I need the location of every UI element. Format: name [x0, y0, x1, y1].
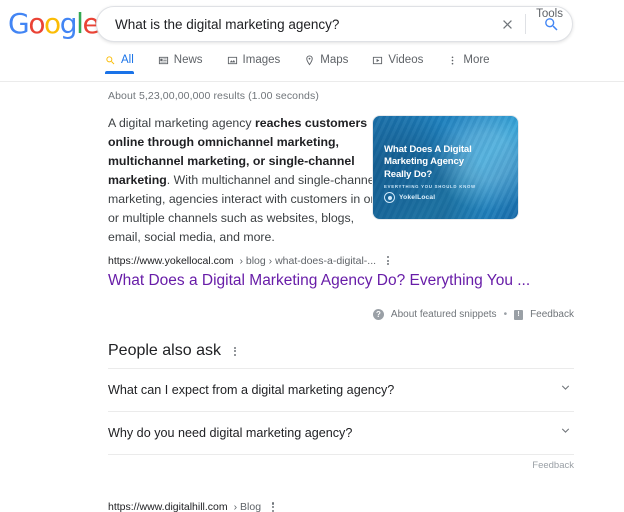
video-icon: [372, 55, 383, 66]
more-vertical-icon[interactable]: [229, 344, 241, 359]
search-header: Google All News Images: [0, 0, 624, 82]
chevron-down-icon[interactable]: [559, 381, 572, 399]
paa-feedback-link[interactable]: Feedback: [532, 460, 574, 471]
featured-snippet-footer: ? About featured snippets • Feedback: [108, 309, 574, 321]
tab-label: More: [463, 54, 490, 66]
featured-snippet-text: A digital marketing agency reaches custo…: [108, 114, 390, 247]
result-path: › blog › what-does-a-digital-...: [239, 254, 377, 267]
tab-label: News: [173, 54, 203, 66]
map-pin-icon: [304, 54, 315, 66]
tab-label: All: [121, 54, 134, 66]
more-vertical-icon[interactable]: [267, 499, 279, 512]
people-also-ask: People also ask What can I expect from a…: [108, 342, 574, 471]
search-input[interactable]: [97, 16, 493, 32]
result-url-row: https://www.yokellocal.com › blog › what…: [108, 253, 574, 268]
result-title-link[interactable]: What Does a Digital Marketing Agency Do?…: [108, 270, 574, 291]
featured-snippet: A digital marketing agency reaches custo…: [108, 114, 574, 321]
people-also-ask-heading: People also ask: [108, 342, 574, 368]
tab-news[interactable]: News: [158, 50, 203, 74]
tab-maps[interactable]: Maps: [304, 50, 348, 74]
brand-logo-icon: [384, 192, 395, 203]
result-path: › Blog: [233, 501, 262, 512]
tab-label: Images: [242, 54, 281, 66]
paa-question-row[interactable]: What can I expect from a digital marketi…: [108, 368, 574, 411]
paa-question-text: Why do you need digital marketing agency…: [108, 426, 353, 441]
search-bar[interactable]: [96, 6, 573, 42]
close-icon[interactable]: [493, 10, 521, 38]
news-icon: [158, 55, 169, 66]
tab-label: Maps: [320, 54, 349, 66]
divider: [525, 14, 526, 34]
feedback-icon: [514, 309, 524, 320]
logo-letter: g: [59, 7, 78, 40]
results-count: About 5,23,00,00,000 results (1.00 secon…: [108, 90, 319, 102]
feedback-link[interactable]: Feedback: [530, 309, 574, 320]
result-domain[interactable]: https://www.yokellocal.com: [108, 255, 233, 267]
featured-snippet-thumbnail[interactable]: What Does A Digital Marketing Agency Rea…: [372, 115, 519, 220]
logo-letter: G: [8, 7, 30, 40]
chevron-down-icon[interactable]: [559, 424, 572, 442]
tab-label: Videos: [388, 54, 424, 66]
logo-letter: o: [44, 7, 61, 40]
tab-videos[interactable]: Videos: [372, 50, 423, 74]
help-icon: ?: [372, 309, 384, 321]
paa-question-text: What can I expect from a digital marketi…: [108, 383, 395, 398]
tools-button[interactable]: Tools: [530, 4, 569, 24]
search-result: https://www.digitalhill.com › Blog What …: [108, 499, 574, 512]
thumbnail-subtitle: EVERYTHING YOU SHOULD KNOW: [384, 184, 476, 189]
tab-more[interactable]: More: [447, 50, 490, 74]
thumbnail-title: What Does A Digital Marketing Agency Rea…: [384, 144, 472, 180]
image-icon: [227, 55, 238, 66]
about-featured-snippets-link[interactable]: About featured snippets: [391, 309, 497, 320]
search-results: About 5,23,00,00,000 results (1.00 secon…: [0, 82, 624, 512]
paa-question-row[interactable]: Why do you need digital marketing agency…: [108, 411, 574, 454]
thumbnail-brand: YokelLocal: [384, 192, 435, 203]
logo-letter: o: [28, 7, 45, 40]
search-tabs: All News Images Maps Videos More: [0, 50, 624, 81]
brand-name: YokelLocal: [399, 194, 436, 201]
heading-label: People also ask: [108, 342, 221, 360]
tab-images[interactable]: Images: [227, 50, 281, 74]
more-vertical-icon[interactable]: [382, 253, 394, 268]
result-domain[interactable]: https://www.digitalhill.com: [108, 501, 228, 512]
paa-footer: Feedback: [108, 454, 574, 471]
tab-all[interactable]: All: [105, 50, 134, 74]
result-url-row: https://www.digitalhill.com › Blog: [108, 499, 574, 512]
separator: •: [503, 309, 508, 321]
search-icon: [105, 55, 116, 66]
google-logo[interactable]: Google: [8, 7, 100, 40]
snippet-part: A digital marketing agency: [108, 116, 255, 130]
more-vertical-icon: [447, 55, 458, 66]
